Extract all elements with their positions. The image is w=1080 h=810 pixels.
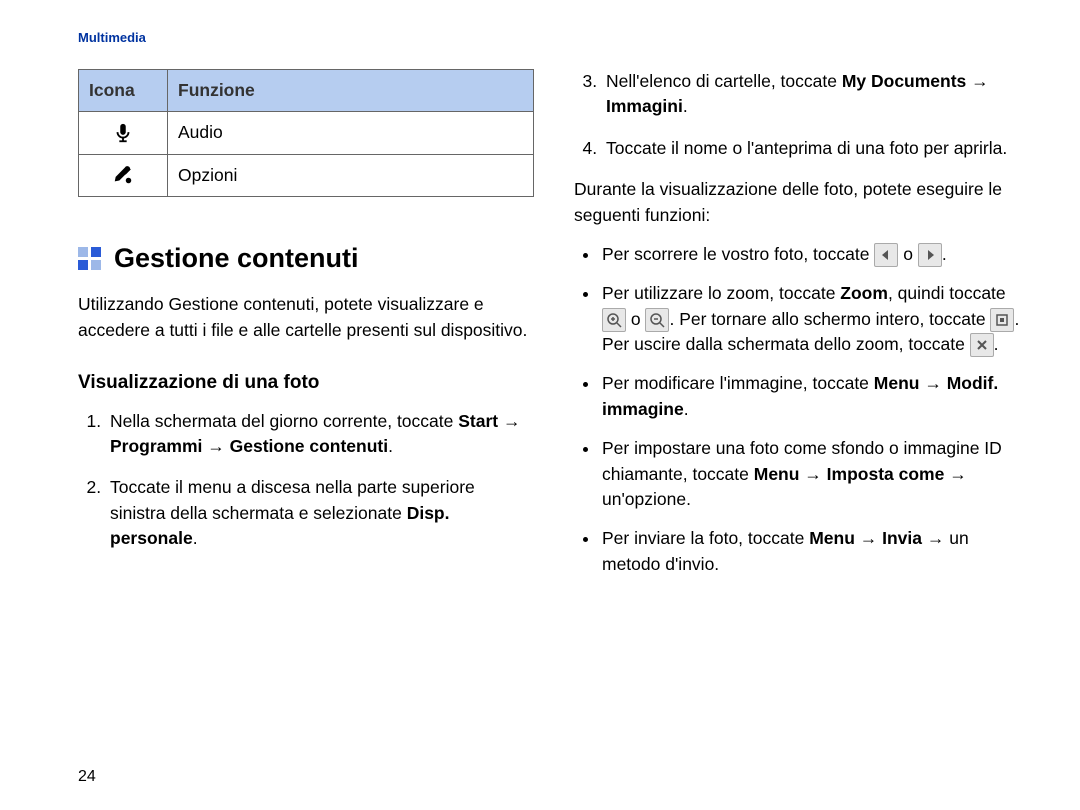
bullet-text: . xyxy=(684,399,689,419)
title-bullet-icon xyxy=(78,247,102,271)
tools-icon xyxy=(112,164,134,186)
arrow-left-icon xyxy=(874,243,898,267)
bullet-text: . Per tornare allo schermo intero, tocca… xyxy=(669,309,990,329)
table-header-function: Funzione xyxy=(168,70,534,112)
list-item: Per utilizzare lo zoom, toccate Zoom, qu… xyxy=(600,281,1030,357)
right-column: Nell'elenco di cartelle, toccate My Docu… xyxy=(574,69,1030,591)
step-text-end: . xyxy=(193,528,198,548)
audio-icon-cell xyxy=(79,112,168,154)
microphone-icon xyxy=(112,122,134,144)
page-title: Gestione contenuti xyxy=(78,239,534,278)
bullet-bold: Zoom xyxy=(840,283,888,303)
bullet-text: Per modificare l'immagine, toccate xyxy=(602,373,874,393)
bullet-text: , quindi toccate xyxy=(888,283,1006,303)
icon-function-table: Icona Funzione Audio xyxy=(78,69,534,197)
table-cell-function: Opzioni xyxy=(168,154,534,196)
list-item: Toccate il nome o l'anteprima di una fot… xyxy=(602,136,1030,161)
table-row: Audio xyxy=(79,112,534,154)
bullet-text: Per inviare la foto, toccate xyxy=(602,528,809,548)
options-icon-cell xyxy=(79,154,168,196)
step-text-end: . xyxy=(388,436,393,456)
bullet-text: . xyxy=(994,334,999,354)
table-cell-function: Audio xyxy=(168,112,534,154)
list-item: Per modificare l'immagine, toccate Menu … xyxy=(600,371,1030,422)
bullet-text: un'opzione. xyxy=(602,489,691,509)
list-item: Nella schermata del giorno corrente, toc… xyxy=(106,409,534,460)
fullscreen-icon xyxy=(990,308,1014,332)
list-item: Nell'elenco di cartelle, toccate My Docu… xyxy=(602,69,1030,120)
page-title-text: Gestione contenuti xyxy=(114,239,359,278)
table-header-icon: Icona xyxy=(79,70,168,112)
page-number: 24 xyxy=(78,768,96,786)
bullet-bold: Menu → Imposta come → xyxy=(754,464,967,484)
arrow-right-icon xyxy=(918,243,942,267)
bullet-text: o xyxy=(898,244,917,264)
bullet-text: . xyxy=(942,244,947,264)
list-item: Per inviare la foto, toccate Menu → Invi… xyxy=(600,526,1030,577)
close-icon xyxy=(970,333,994,357)
section-label: Multimedia xyxy=(78,30,1030,45)
left-column: Icona Funzione Audio xyxy=(78,69,534,591)
step-text: Nella schermata del giorno corrente, toc… xyxy=(110,411,458,431)
bullet-bold: Menu → Invia → xyxy=(809,528,949,548)
list-item: Per scorrere le vostro foto, toccate o . xyxy=(600,242,1030,267)
step-text: Nell'elenco di cartelle, toccate xyxy=(606,71,842,91)
zoom-out-icon xyxy=(645,308,669,332)
intro-paragraph: Utilizzando Gestione contenuti, potete v… xyxy=(78,292,534,343)
bullet-text: Per scorrere le vostro foto, toccate xyxy=(602,244,874,264)
during-paragraph: Durante la visualizzazione delle foto, p… xyxy=(574,177,1030,228)
bullet-text: o xyxy=(626,309,645,329)
list-item: Per impostare una foto come sfondo o imm… xyxy=(600,436,1030,512)
bullet-text: Per utilizzare lo zoom, toccate xyxy=(602,283,840,303)
zoom-in-icon xyxy=(602,308,626,332)
subtitle: Visualizzazione di una foto xyxy=(78,369,534,397)
table-row: Opzioni xyxy=(79,154,534,196)
step-text-end: . xyxy=(683,96,688,116)
list-item: Toccate il menu a discesa nella parte su… xyxy=(106,475,534,551)
